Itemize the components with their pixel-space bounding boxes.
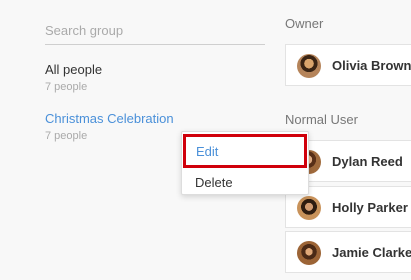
group-name: All people [45, 62, 103, 77]
group-count: 7 people [45, 81, 88, 93]
avatar [297, 196, 321, 220]
avatar [297, 241, 321, 265]
delete-label: Delete [195, 175, 233, 190]
user-name: Dylan Reed [332, 154, 403, 169]
owner-section-title: Owner [285, 16, 324, 31]
user-name: Olivia Brown [332, 58, 411, 73]
group-context-menu: Edit Delete [181, 131, 309, 195]
normal-user-section-title: Normal User [285, 112, 358, 127]
group-name: Christmas Celebration [45, 111, 174, 126]
group-item-all-people[interactable]: All people 7 people [45, 62, 102, 93]
search-group-field[interactable] [45, 18, 265, 45]
user-name: Jamie Clarke [332, 245, 411, 260]
group-item-christmas-celebration[interactable]: Christmas Celebration 7 people [45, 111, 174, 142]
edit-menu-item[interactable]: Edit [183, 134, 307, 168]
avatar [297, 54, 321, 78]
edit-label: Edit [196, 144, 219, 159]
delete-menu-item[interactable]: Delete [182, 168, 308, 196]
user-card-jamie-clarke[interactable]: Jamie Clarke [285, 231, 411, 273]
user-card-olivia-brown[interactable]: Olivia Brown [285, 44, 411, 86]
group-count: 7 people [45, 130, 88, 142]
search-input[interactable] [45, 18, 265, 42]
user-name: Holly Parker [332, 200, 408, 215]
